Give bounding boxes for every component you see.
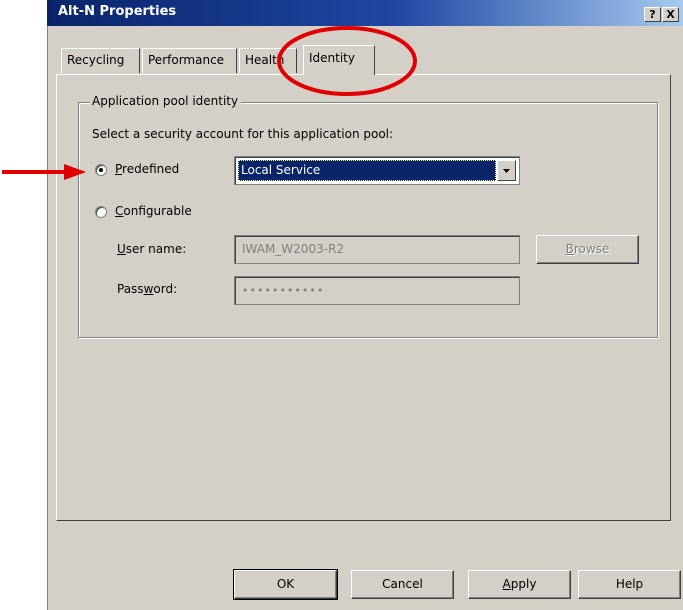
- highlight-circle-annotation: [277, 26, 417, 96]
- red-arrow-annotation: [2, 164, 86, 180]
- annotation-overlay: [2, 26, 417, 180]
